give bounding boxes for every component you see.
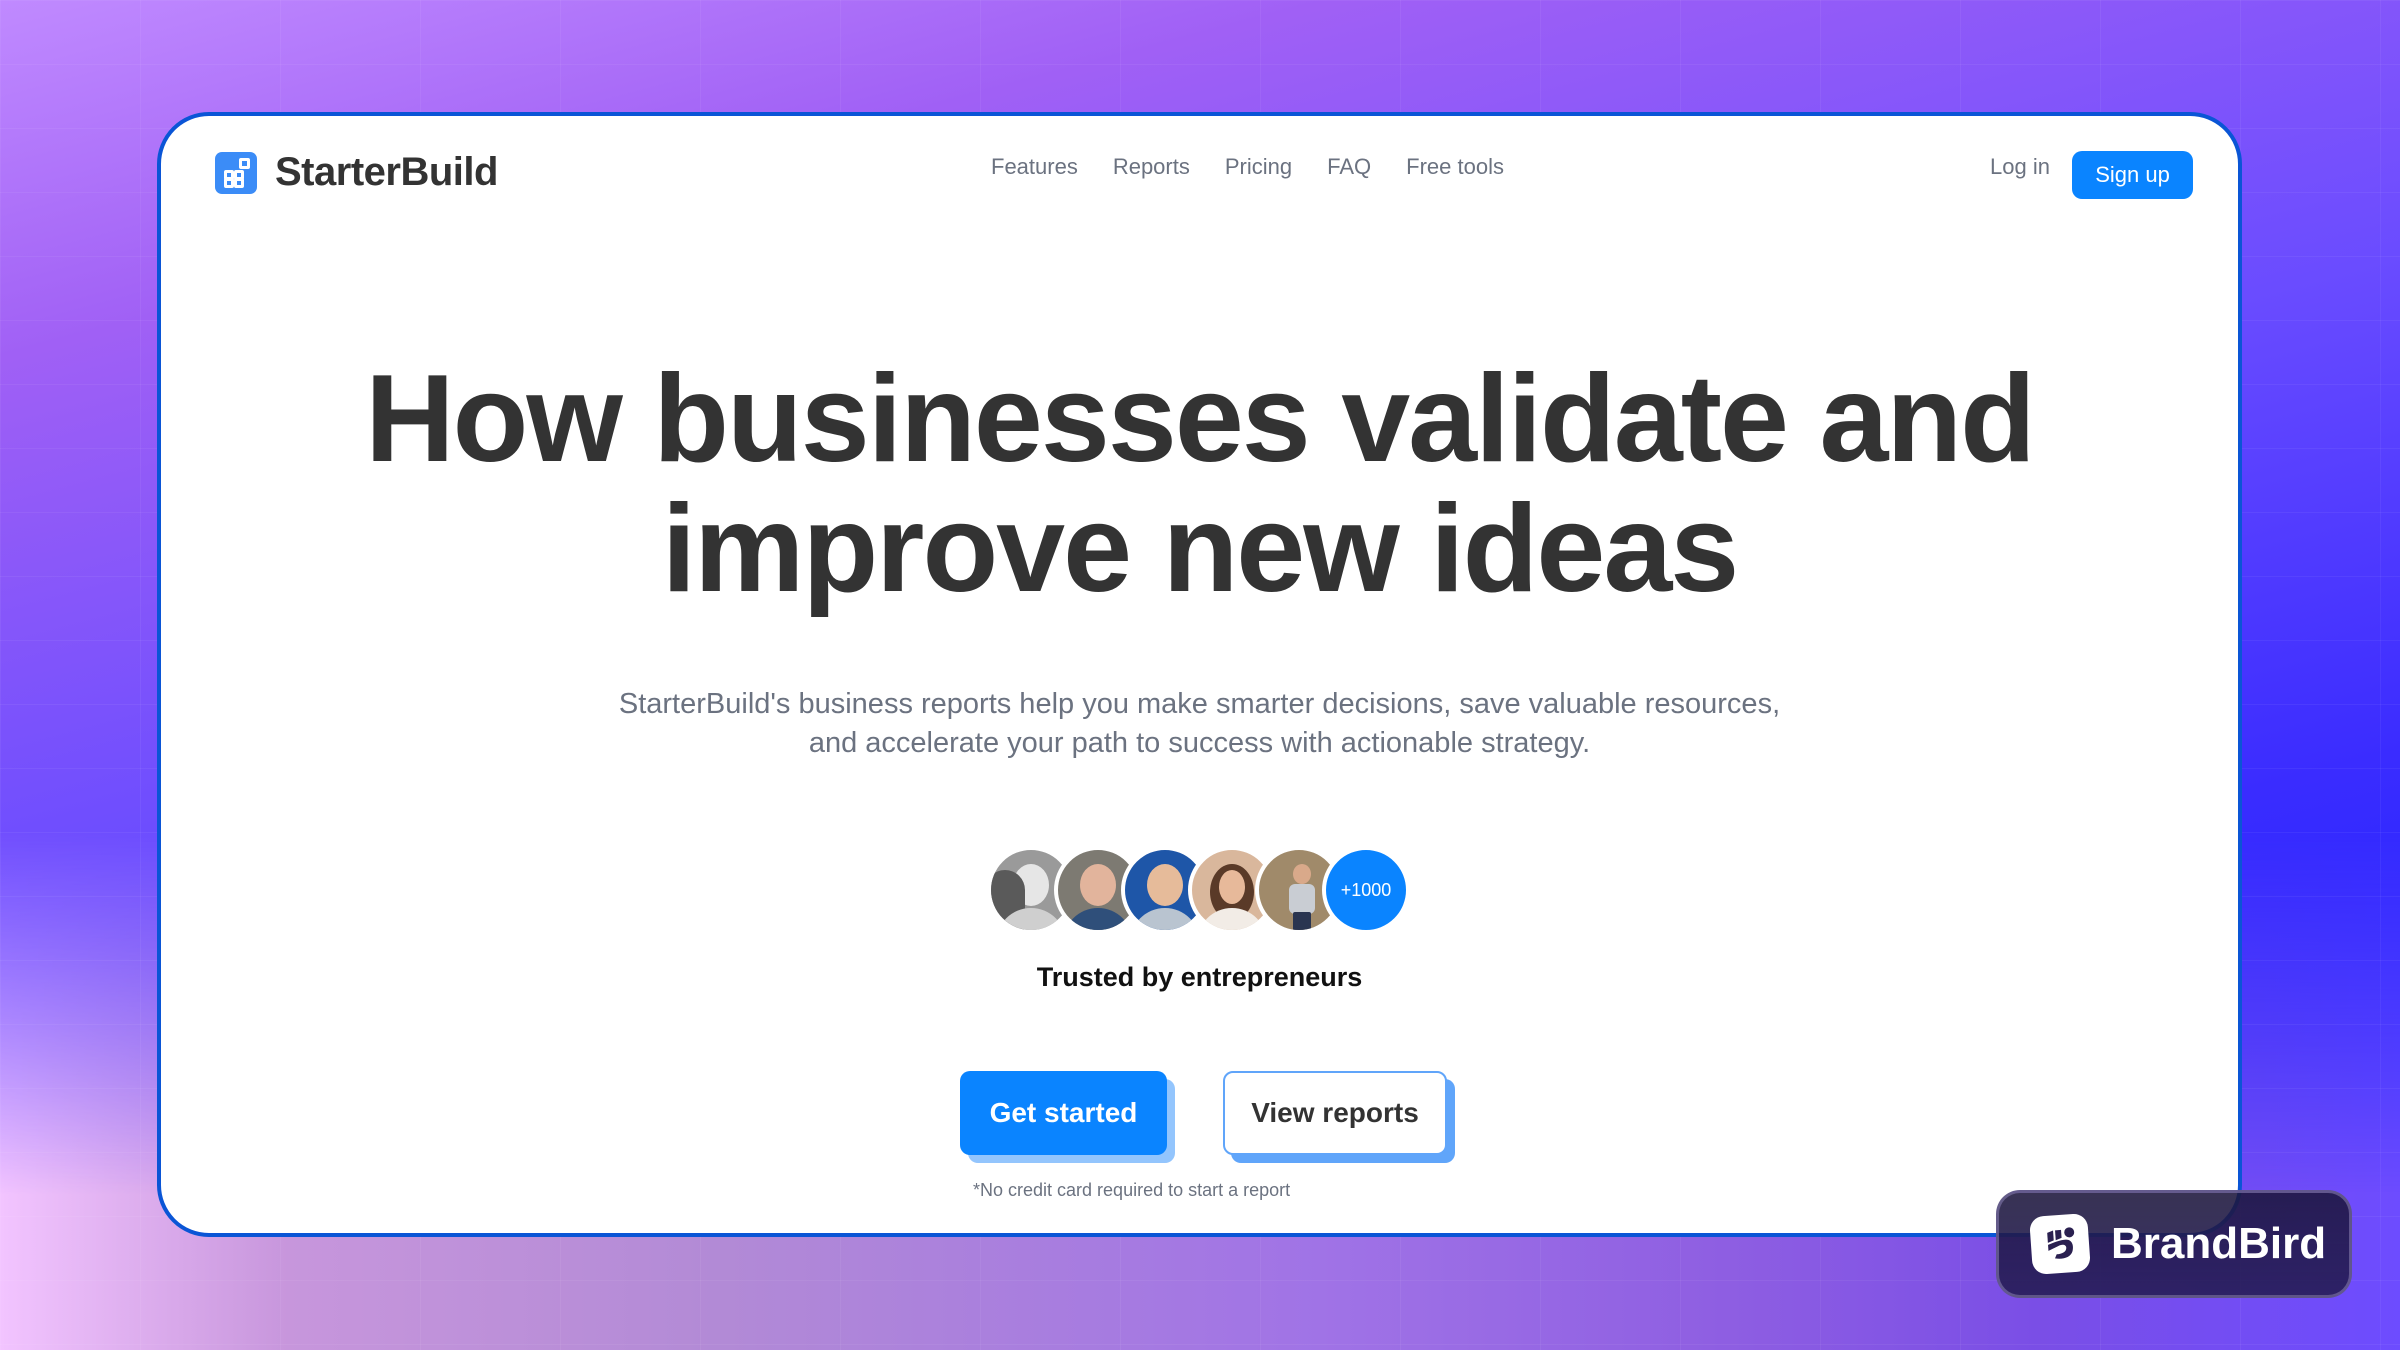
headline-line-1: How businesses validate and (365, 350, 2036, 488)
hero-subtitle: StarterBuild's business reports help you… (161, 685, 2238, 763)
main-nav: Features Reports Pricing FAQ Free tools (991, 154, 1539, 180)
login-link[interactable]: Log in (1990, 154, 2050, 180)
brand-logo[interactable]: StarterBuild (215, 150, 498, 195)
nav-features[interactable]: Features (991, 154, 1078, 180)
get-started-button[interactable]: Get started (960, 1071, 1167, 1155)
signup-button[interactable]: Sign up (2072, 151, 2193, 199)
headline-line-2: improve new ideas (661, 480, 1740, 618)
view-reports-button[interactable]: View reports (1223, 1071, 1447, 1155)
avatar-group: +1000 (987, 846, 1410, 934)
nav-pricing[interactable]: Pricing (1225, 154, 1292, 180)
more-users-badge: +1000 (1322, 846, 1410, 934)
nav-free-tools[interactable]: Free tools (1406, 154, 1504, 180)
website-card: StarterBuild Features Reports Pricing FA… (157, 112, 2242, 1237)
brandbird-watermark: BrandBird (1996, 1190, 2352, 1298)
brandbird-label: BrandBird (2111, 1219, 2327, 1268)
subtitle-line-2: and accelerate your path to success with… (808, 727, 1591, 759)
nav-faq[interactable]: FAQ (1327, 154, 1371, 180)
brand-name: StarterBuild (275, 150, 498, 194)
subtitle-line-1: StarterBuild's business reports help you… (618, 688, 1781, 720)
hero-headline: How businesses validate and improve new … (161, 354, 2238, 614)
footnote: *No credit card required to start a repo… (973, 1180, 1291, 1200)
trusted-label: Trusted by entrepreneurs (1036, 962, 1363, 992)
grid-blocks-icon (215, 151, 257, 194)
nav-reports[interactable]: Reports (1113, 154, 1190, 180)
brandbird-logo-icon (2029, 1213, 2091, 1275)
